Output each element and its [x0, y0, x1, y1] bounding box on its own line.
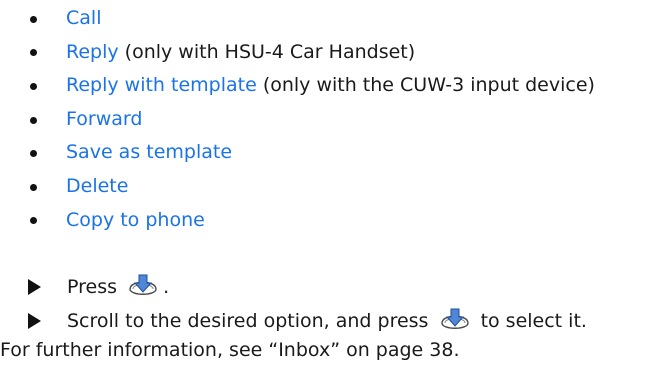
bullet-icon: [30, 217, 37, 225]
scroll-key-icon: [440, 308, 469, 329]
bullet-icon: [30, 15, 37, 23]
further-info-text: For further information, see “Inbox” on …: [0, 339, 460, 361]
list-item-copy-to-phone: Copy to phone: [30, 204, 595, 238]
bullet-icon: [30, 82, 37, 90]
option-link[interactable]: Delete: [66, 175, 128, 197]
option-note: (only with the CUW-3 input device): [256, 74, 595, 97]
list-item-delete: Delete: [30, 170, 595, 204]
list-item-save-as-template: Save as template: [30, 136, 595, 170]
option-link[interactable]: Call: [66, 7, 101, 29]
list-item-reply-with-template: Reply with template (only with the CUW-3…: [30, 69, 595, 103]
bullet-icon: [30, 49, 37, 57]
bullet-icon: [30, 150, 37, 158]
step-scroll-select: Scroll to the desired option, and press …: [28, 304, 587, 338]
step-arrow-icon: [28, 313, 41, 329]
option-link[interactable]: Save as template: [66, 141, 232, 163]
bullet-icon: [30, 116, 37, 124]
option-link[interactable]: Copy to phone: [66, 209, 205, 231]
list-item-forward: Forward: [30, 103, 595, 137]
step-text: Press: [67, 276, 118, 298]
list-item-call: Call: [30, 2, 595, 36]
option-note: (only with HSU-4 Car Handset): [118, 40, 416, 63]
step-press: Press .: [28, 270, 587, 304]
list-item-reply: Reply (only with HSU-4 Car Handset): [30, 36, 595, 70]
step-text-after: to select it.: [480, 310, 587, 332]
option-link[interactable]: Reply: [66, 41, 119, 63]
step-text: Scroll to the desired option, and press: [67, 310, 429, 332]
bullet-icon: [30, 183, 37, 191]
options-list: Call Reply (only with HSU-4 Car Handset)…: [30, 2, 595, 237]
step-arrow-icon: [28, 279, 41, 295]
step-suffix: .: [163, 276, 170, 298]
manual-page: Call Reply (only with HSU-4 Car Handset)…: [0, 0, 650, 365]
scroll-key-icon: [129, 274, 157, 295]
option-link[interactable]: Forward: [66, 108, 142, 130]
instruction-steps: Press . Scroll to the desired option, an…: [28, 270, 587, 338]
option-link[interactable]: Reply with template: [66, 74, 257, 96]
